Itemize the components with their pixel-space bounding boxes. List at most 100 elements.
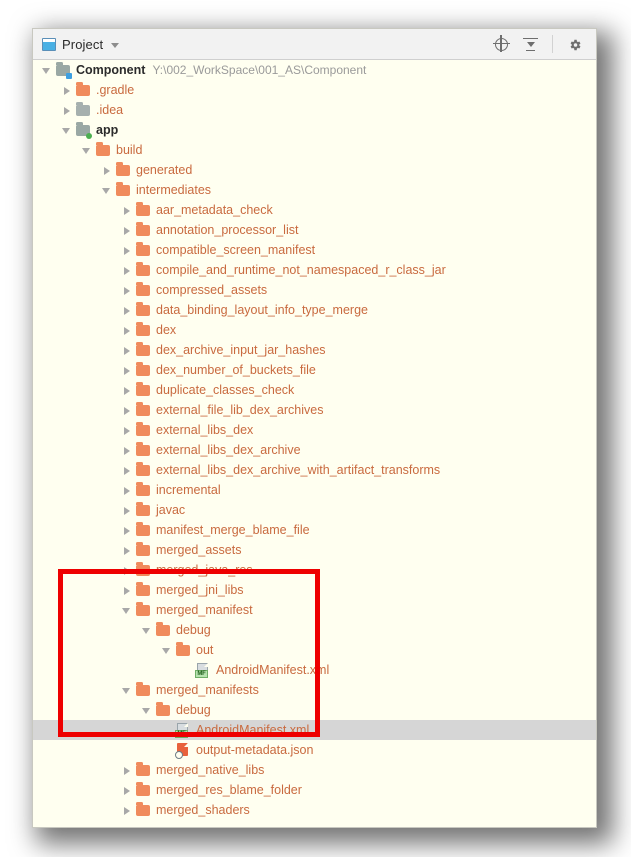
expand-arrow-closed-icon[interactable] <box>121 525 132 536</box>
expand-arrow-closed-icon[interactable] <box>121 205 132 216</box>
expand-arrow-open-icon[interactable] <box>101 185 112 196</box>
folder-icon <box>135 361 151 378</box>
expand-arrow-closed-icon[interactable] <box>121 785 132 796</box>
tree-node-label: external_file_lib_dex_archives <box>156 403 324 417</box>
tree-row[interactable]: compile_and_runtime_not_namespaced_r_cla… <box>33 260 596 280</box>
tree-row[interactable]: merged_shaders <box>33 800 596 820</box>
tree-row[interactable]: merged_java_res <box>33 560 596 580</box>
expand-arrow-closed-icon[interactable] <box>121 245 132 256</box>
tree-row[interactable]: debug <box>33 620 596 640</box>
tree-row[interactable]: merged_native_libs <box>33 760 596 780</box>
tree-row[interactable]: javac <box>33 500 596 520</box>
tree-row[interactable]: intermediates <box>33 180 596 200</box>
tree-row[interactable]: manifest_merge_blame_file <box>33 520 596 540</box>
tree-row[interactable]: build <box>33 140 596 160</box>
expand-arrow-closed-icon[interactable] <box>121 385 132 396</box>
tree-row[interactable]: MF AndroidManifest.xml <box>33 720 596 740</box>
chevron-down-icon[interactable] <box>111 42 120 48</box>
tree-row[interactable]: Component Y:\002_WorkSpace\001_AS\Compone… <box>33 60 596 80</box>
tree-row[interactable]: output-metadata.json <box>33 740 596 760</box>
tree-row[interactable]: merged_manifest <box>33 600 596 620</box>
expand-arrow-closed-icon[interactable] <box>121 765 132 776</box>
expand-arrow-closed-icon[interactable] <box>121 465 132 476</box>
expand-arrow-closed-icon[interactable] <box>121 505 132 516</box>
tree-node-label: merged_jni_libs <box>156 583 244 597</box>
expand-arrow-open-icon[interactable] <box>141 705 152 716</box>
tree-node-label: out <box>196 643 214 657</box>
expand-arrow-closed-icon[interactable] <box>121 565 132 576</box>
expand-arrow-closed-icon[interactable] <box>61 85 72 96</box>
expand-arrow-open-icon[interactable] <box>121 685 132 696</box>
folder-icon <box>135 281 151 298</box>
tree-node-label: merged_manifests <box>156 683 259 697</box>
settings-button[interactable] <box>566 36 583 53</box>
expand-arrow-open-icon[interactable] <box>81 145 92 156</box>
expand-arrow-closed-icon[interactable] <box>121 345 132 356</box>
tree-row[interactable]: .idea <box>33 100 596 120</box>
tree-row[interactable]: aar_metadata_check <box>33 200 596 220</box>
tree-node-label: duplicate_classes_check <box>156 383 295 397</box>
tree-row[interactable]: .gradle <box>33 80 596 100</box>
tree-row[interactable]: generated <box>33 160 596 180</box>
expand-arrow-closed-icon[interactable] <box>121 405 132 416</box>
expand-arrow-closed-icon[interactable] <box>121 585 132 596</box>
expand-arrow-closed-icon[interactable] <box>121 225 132 236</box>
expand-arrow-closed-icon[interactable] <box>121 365 132 376</box>
tree-row[interactable]: out <box>33 640 596 660</box>
manifest-file-icon: MF <box>195 662 211 678</box>
toolbar-actions <box>492 35 596 53</box>
collapse-all-button[interactable] <box>522 36 539 53</box>
project-title-group[interactable]: Project <box>33 37 120 52</box>
tree-node-label: merged_shaders <box>156 803 250 817</box>
expand-arrow-closed-icon[interactable] <box>121 305 132 316</box>
tree-row[interactable]: merged_manifests <box>33 680 596 700</box>
tree-row[interactable]: MF AndroidManifest.xml <box>33 660 596 680</box>
expand-arrow-closed-icon[interactable] <box>121 485 132 496</box>
expand-arrow-open-icon[interactable] <box>121 605 132 616</box>
tree-row[interactable]: dex <box>33 320 596 340</box>
expand-arrow-open-icon[interactable] <box>141 625 152 636</box>
folder-icon <box>135 201 151 218</box>
tree-row[interactable]: compatible_screen_manifest <box>33 240 596 260</box>
tree-row[interactable]: duplicate_classes_check <box>33 380 596 400</box>
tree-row[interactable]: debug <box>33 700 596 720</box>
expand-arrow-closed-icon[interactable] <box>101 165 112 176</box>
tree-row[interactable]: external_libs_dex_archive_with_artifact_… <box>33 460 596 480</box>
tree-row[interactable]: merged_assets <box>33 540 596 560</box>
tree-row[interactable]: external_libs_dex_archive <box>33 440 596 460</box>
tree-node-label: merged_native_libs <box>156 763 265 777</box>
tree-row[interactable]: merged_jni_libs <box>33 580 596 600</box>
tree-row[interactable]: dex_number_of_buckets_file <box>33 360 596 380</box>
expand-arrow-open-icon[interactable] <box>41 65 52 76</box>
folder-icon <box>135 581 151 598</box>
folder-icon <box>135 801 151 818</box>
expand-arrow-closed-icon[interactable] <box>121 265 132 276</box>
tree-row[interactable]: external_file_lib_dex_archives <box>33 400 596 420</box>
json-file-icon <box>175 742 191 759</box>
tree-node-label: AndroidManifest.xml <box>216 663 330 677</box>
tree-row[interactable]: incremental <box>33 480 596 500</box>
expand-arrow-closed-icon[interactable] <box>121 445 132 456</box>
tree-row[interactable]: dex_archive_input_jar_hashes <box>33 340 596 360</box>
expand-arrow-closed-icon[interactable] <box>121 285 132 296</box>
expand-arrow-open-icon[interactable] <box>61 125 72 136</box>
expand-arrow-closed-icon[interactable] <box>121 325 132 336</box>
screenshot-stage: Project Component Y:\002_WorkSpace\001_A… <box>0 0 631 857</box>
folder-icon <box>135 481 151 498</box>
expand-arrow-closed-icon[interactable] <box>121 425 132 436</box>
tree-row[interactable]: external_libs_dex <box>33 420 596 440</box>
tree-row[interactable]: data_binding_layout_info_type_merge <box>33 300 596 320</box>
expand-arrow-closed-icon[interactable] <box>61 105 72 116</box>
tree-row[interactable]: merged_res_blame_folder <box>33 780 596 800</box>
select-opened-file-button[interactable] <box>492 35 510 53</box>
project-tree[interactable]: Component Y:\002_WorkSpace\001_AS\Compone… <box>33 60 596 827</box>
folder-icon <box>135 601 151 618</box>
folder-icon <box>135 381 151 398</box>
expand-arrow-closed-icon[interactable] <box>121 545 132 556</box>
expand-arrow-open-icon[interactable] <box>161 645 172 656</box>
tree-row[interactable]: compressed_assets <box>33 280 596 300</box>
tree-row[interactable]: app <box>33 120 596 140</box>
expand-arrow-closed-icon[interactable] <box>121 805 132 816</box>
tree-row[interactable]: annotation_processor_list <box>33 220 596 240</box>
folder-icon <box>135 461 151 478</box>
